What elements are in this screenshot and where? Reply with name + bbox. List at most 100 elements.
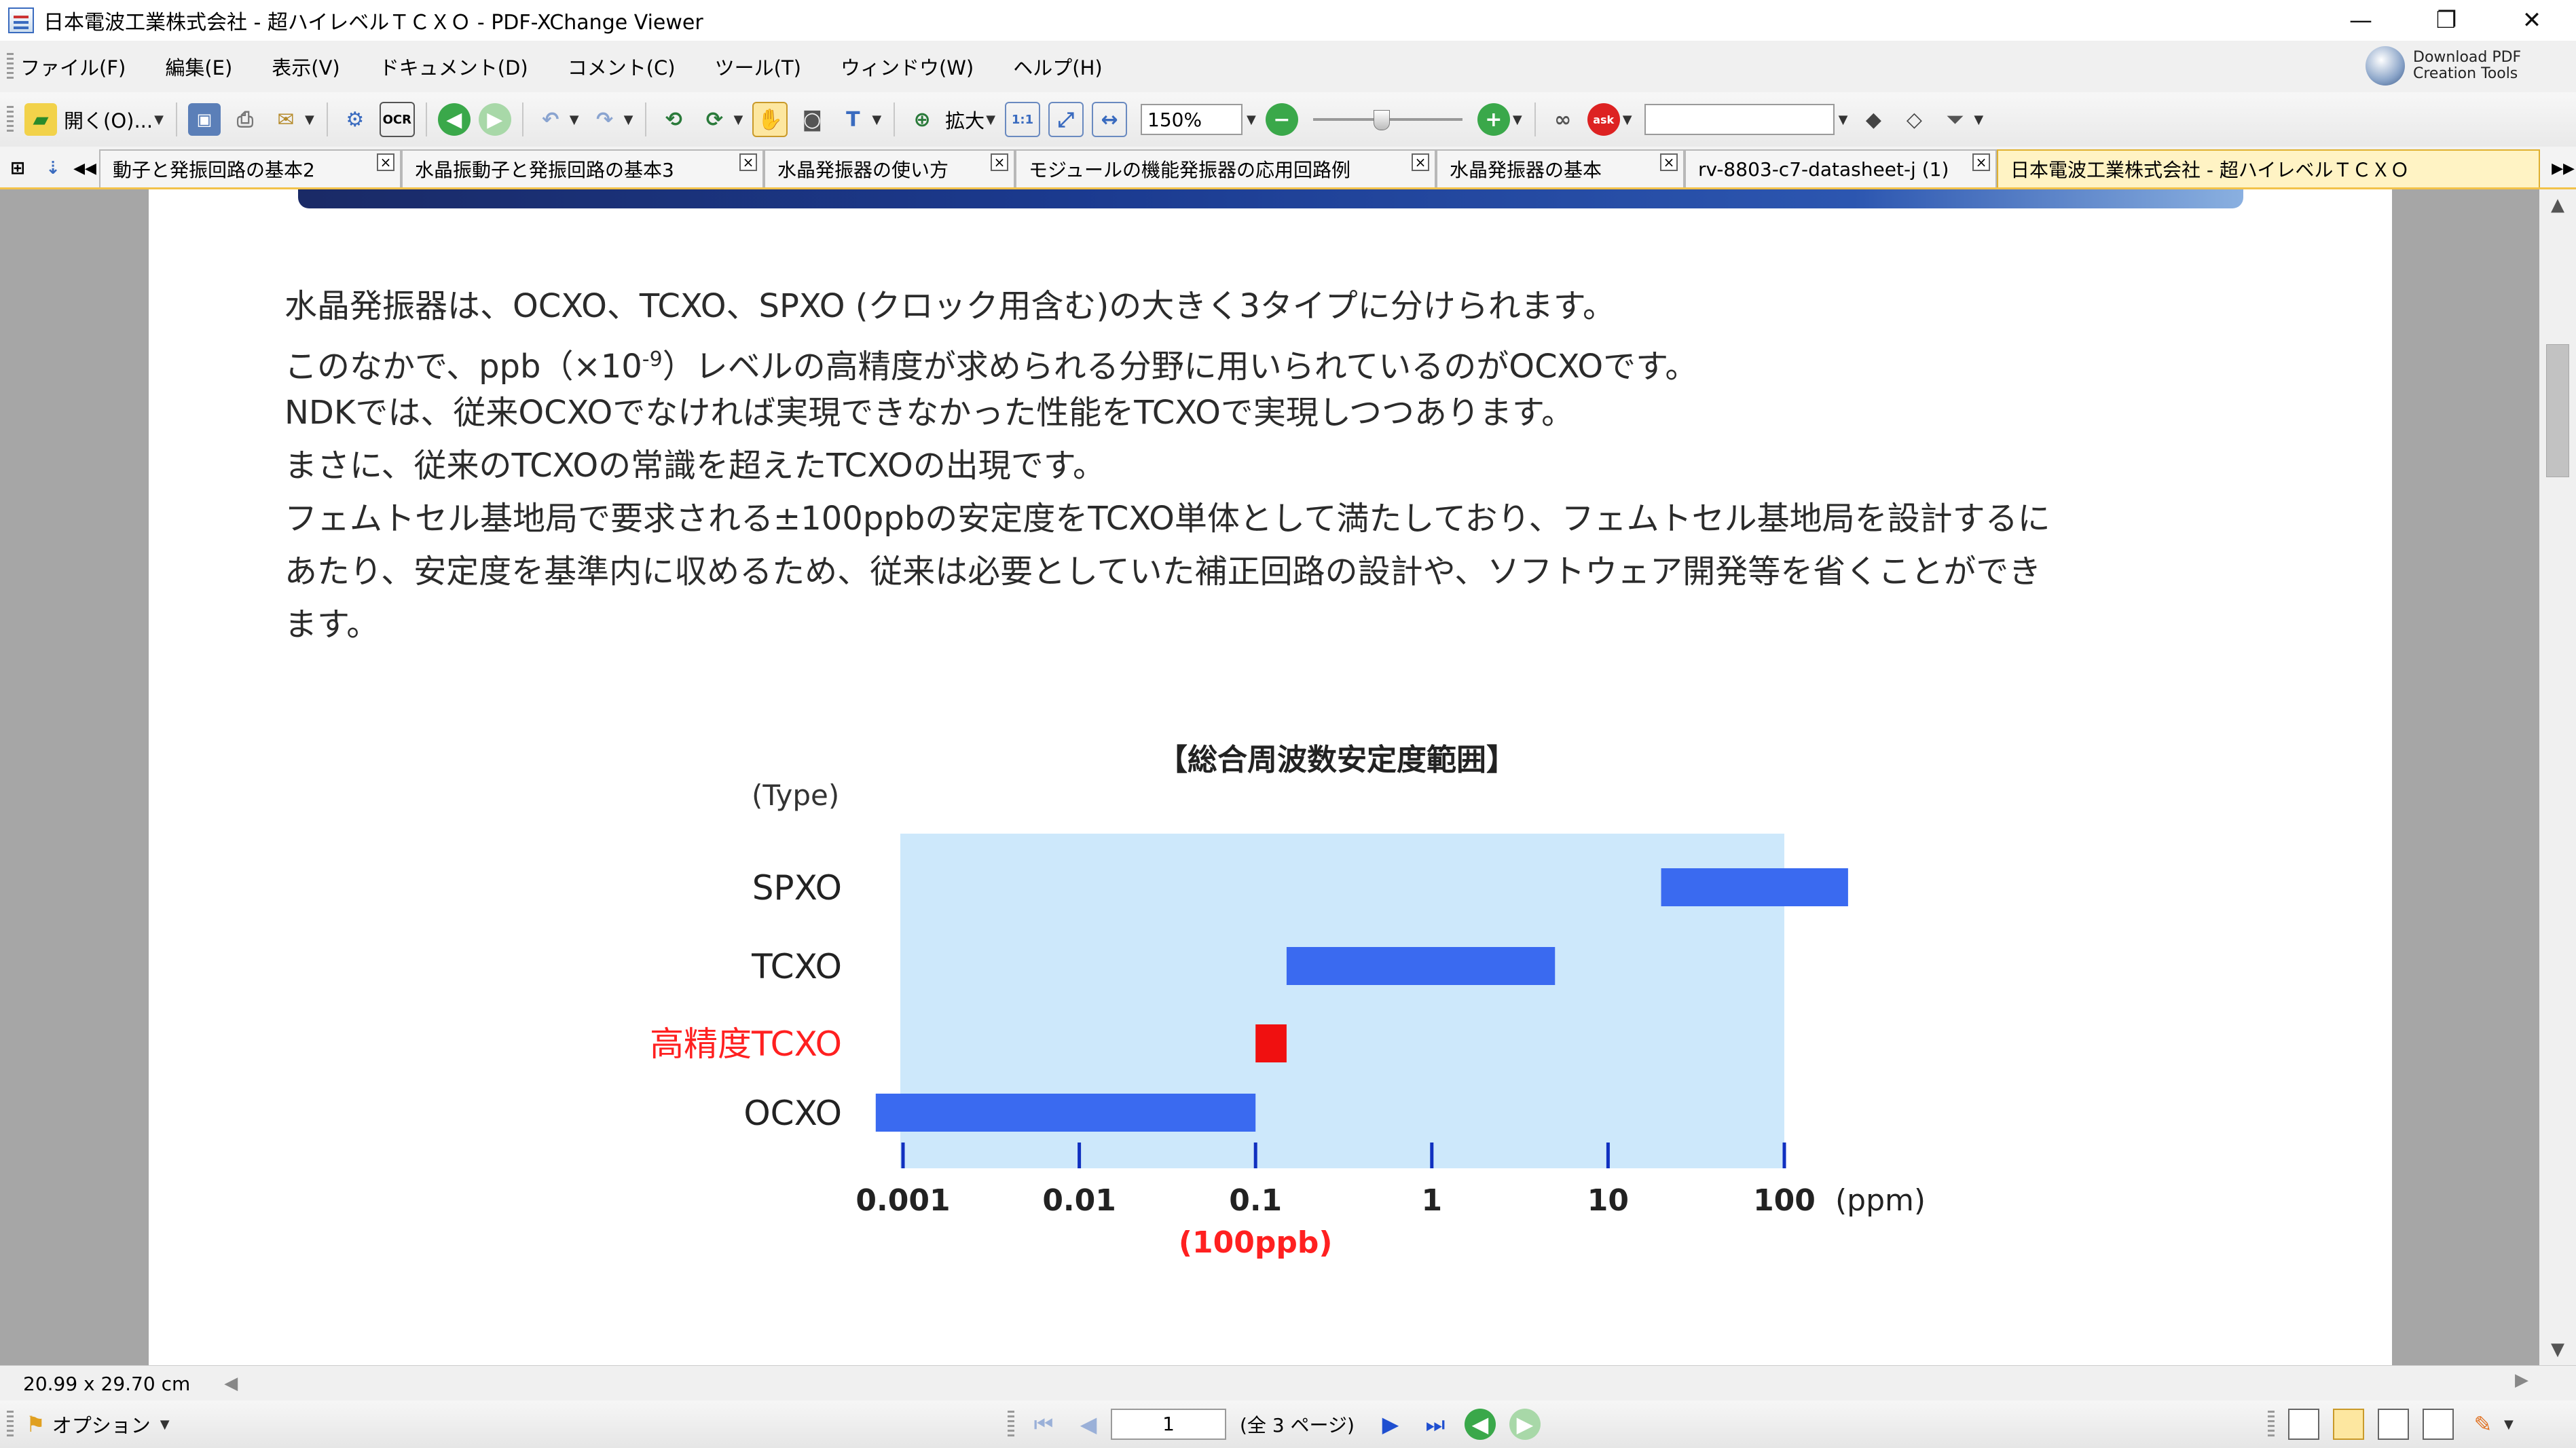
toolbar-grip-icon[interactable] (7, 106, 14, 133)
document-tab[interactable]: rv-8803-c7-datasheet-j (1) × (1685, 149, 1997, 187)
bottombar-grip-icon[interactable] (7, 1411, 14, 1438)
tab-close-icon[interactable]: × (1660, 153, 1678, 171)
document-tab[interactable]: 水晶発振器の使い方 × (764, 149, 1015, 187)
tab-close-icon[interactable]: × (739, 153, 757, 171)
undo-icon[interactable]: ↶ (534, 103, 567, 136)
zoom-slider[interactable] (1312, 104, 1462, 135)
zoom-in-tool-icon[interactable]: ⊕ (906, 103, 938, 136)
document-view[interactable]: 水晶発振器は、OCXO、TCXO、SPXO (クロック用含む)の大きく3タイプに… (0, 189, 2539, 1365)
sort-tabs-icon[interactable]: ⇣ (39, 155, 67, 182)
tab-close-icon[interactable]: × (377, 153, 394, 171)
zoom-level-combo[interactable]: 150% (1141, 104, 1243, 135)
search-prev-icon[interactable]: ◆ (1857, 103, 1890, 136)
menu-document[interactable]: ドキュメント(D) (380, 52, 528, 81)
menu-help[interactable]: ヘルプ(H) (1013, 52, 1102, 81)
close-button[interactable]: ✕ (2489, 0, 2575, 41)
layout-options-icon[interactable]: ✎ (2467, 1409, 2499, 1440)
tabs-scroll-left-icon[interactable]: ◀◀ (73, 155, 96, 182)
next-page-icon[interactable]: ▶ (1375, 1409, 1406, 1440)
properties-icon[interactable]: ⚙ (339, 103, 371, 136)
document-tab[interactable]: 水晶振動子と発振回路の基本3 × (401, 149, 764, 187)
actual-size-icon[interactable]: 1:1 (1005, 102, 1041, 137)
redo-dropdown-icon[interactable]: ▼ (624, 113, 633, 127)
menu-file[interactable]: ファイル(F) (20, 52, 126, 81)
open-folder-icon[interactable]: ▰ (24, 103, 57, 136)
hand-tool-icon[interactable]: ✋ (752, 102, 788, 137)
save-icon[interactable]: ▣ (187, 103, 221, 136)
zoom-slider-thumb[interactable] (1373, 110, 1390, 130)
vertical-scrollbar[interactable]: ▲ ▼ (2539, 189, 2576, 1365)
tab-close-icon[interactable]: × (1412, 153, 1429, 171)
menu-view[interactable]: 表示(V) (272, 52, 339, 81)
menu-window[interactable]: ウィンドウ(W) (841, 52, 974, 81)
rotate-dropdown-icon[interactable]: ▼ (733, 113, 743, 127)
scroll-up-icon[interactable]: ▲ (2539, 189, 2576, 221)
scroll-left-icon[interactable]: ◀ (224, 1373, 238, 1394)
last-page-icon[interactable]: ⏭ (1420, 1409, 1451, 1440)
options-menu[interactable]: ⚑ オプション ▼ (26, 1410, 175, 1438)
forward-icon[interactable]: ▶ (478, 103, 511, 136)
page-number-input[interactable]: 1 (1111, 1409, 1226, 1440)
nav-back-icon[interactable]: ◀ (1464, 1409, 1496, 1440)
first-page-icon[interactable]: ⏮ (1028, 1409, 1059, 1440)
minimize-button[interactable]: — (2318, 0, 2404, 41)
continuous-view-icon[interactable] (2333, 1409, 2364, 1440)
menubar-grip-icon[interactable] (7, 53, 14, 80)
nav-grip-icon[interactable] (1008, 1411, 1014, 1438)
document-tab[interactable]: 水晶発振器の基本 × (1436, 149, 1685, 187)
filter-icon[interactable]: ⏷ (1938, 103, 1971, 136)
zoom-in-label[interactable]: 拡大 (945, 105, 985, 134)
single-page-view-icon[interactable] (2288, 1409, 2319, 1440)
zoom-in-icon[interactable]: + (1477, 103, 1510, 136)
filter-dropdown-icon[interactable]: ▼ (1974, 113, 1983, 127)
zoom-in-more-icon[interactable]: ▼ (1513, 113, 1522, 127)
email-dropdown-icon[interactable]: ▼ (305, 113, 314, 127)
scroll-right-icon[interactable]: ▶ (2515, 1370, 2528, 1390)
ask-icon[interactable]: ask (1587, 103, 1620, 136)
snapshot-icon[interactable]: ◙ (796, 103, 828, 136)
zoom-out-icon[interactable]: − (1265, 103, 1298, 136)
zoom-in-dropdown-icon[interactable]: ▼ (986, 113, 995, 127)
restore-button[interactable]: ❐ (2404, 0, 2489, 41)
menu-tools[interactable]: ツール(T) (715, 52, 801, 81)
ocr-icon[interactable]: OCR (379, 102, 415, 137)
open-button-label[interactable]: 開く(O)... (64, 105, 153, 134)
search-input[interactable] (1644, 104, 1835, 135)
layout-dropdown-icon[interactable]: ▼ (2504, 1417, 2514, 1432)
continuous-facing-view-icon[interactable] (2423, 1409, 2454, 1440)
back-icon[interactable]: ◀ (437, 103, 471, 136)
email-icon[interactable]: ✉ (270, 103, 302, 136)
rotate-right-icon[interactable]: ⟳ (698, 103, 731, 136)
undo-dropdown-icon[interactable]: ▼ (570, 113, 579, 127)
redo-icon[interactable]: ↷ (589, 103, 621, 136)
search-dropdown-icon[interactable]: ▼ (1839, 113, 1848, 127)
fit-page-icon[interactable]: ⤢ (1048, 102, 1084, 137)
chart-x-tick-label: 100 (1753, 1183, 1816, 1218)
nav-forward-icon[interactable]: ▶ (1509, 1409, 1541, 1440)
view-grip-icon[interactable] (2268, 1411, 2275, 1438)
scroll-down-icon[interactable]: ▼ (2539, 1334, 2576, 1365)
search-next-icon[interactable]: ◇ (1898, 103, 1930, 136)
tab-close-icon[interactable]: × (991, 153, 1008, 171)
find-icon[interactable]: ∞ (1547, 103, 1579, 136)
menu-comment[interactable]: コメント(C) (568, 52, 676, 81)
select-dropdown-icon[interactable]: ▼ (872, 113, 881, 127)
vertical-scroll-thumb[interactable] (2546, 344, 2569, 477)
thumbnails-icon[interactable]: ⊞ (4, 155, 31, 182)
tabs-scroll-right-icon[interactable]: ▶▶ (2551, 155, 2575, 182)
print-icon[interactable]: ⎙ (229, 103, 261, 136)
document-tab[interactable]: 日本電波工業株式会社 - 超ハイレベルＴＣＸＯ (1997, 149, 2540, 187)
rotate-left-icon[interactable]: ⟲ (657, 103, 690, 136)
facing-view-icon[interactable] (2378, 1409, 2409, 1440)
download-pdf-tools-button[interactable]: Download PDF Creation Tools (2366, 42, 2562, 90)
open-dropdown-icon[interactable]: ▼ (154, 113, 164, 127)
tab-close-icon[interactable]: × (1972, 153, 1990, 171)
zoom-level-dropdown-icon[interactable]: ▼ (1247, 113, 1256, 127)
document-tab[interactable]: モジュールの機能発振器の応用回路例 × (1015, 149, 1436, 187)
ask-dropdown-icon[interactable]: ▼ (1623, 113, 1632, 127)
prev-page-icon[interactable]: ◀ (1073, 1409, 1104, 1440)
fit-width-icon[interactable]: ↔ (1092, 102, 1128, 137)
menu-edit[interactable]: 編集(E) (165, 52, 232, 81)
select-text-icon[interactable]: T (836, 103, 869, 136)
document-tab[interactable]: 動子と発振回路の基本2 × (99, 149, 401, 187)
